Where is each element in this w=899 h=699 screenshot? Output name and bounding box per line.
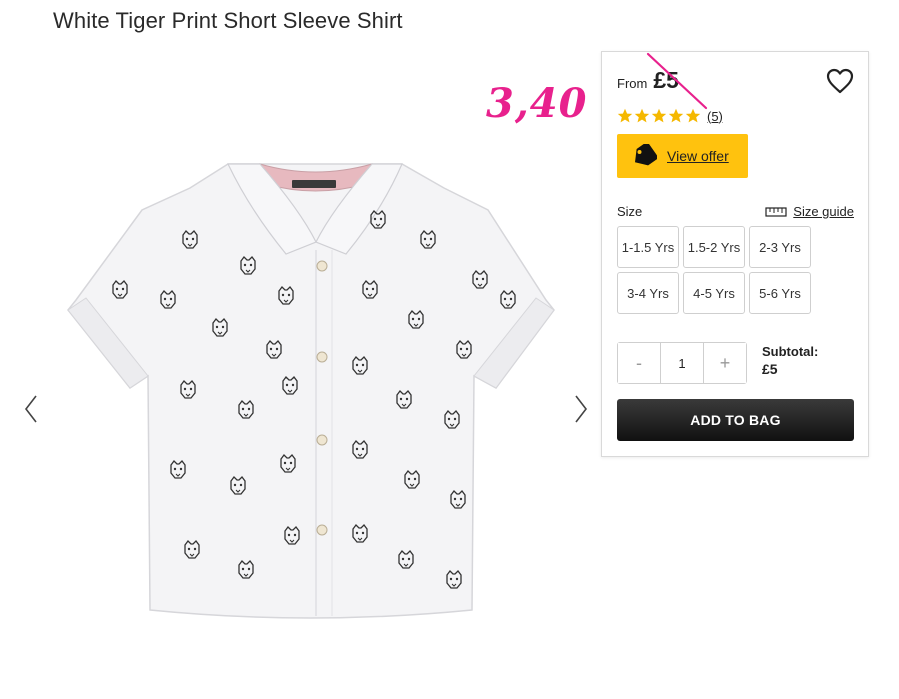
size-option[interactable]: 2-3 Yrs (749, 226, 811, 268)
size-option[interactable]: 1-1.5 Yrs (617, 226, 679, 268)
size-options: 1-1.5 Yrs 1.5-2 Yrs 2-3 Yrs 3-4 Yrs 4-5 … (617, 226, 857, 314)
size-option[interactable]: 3-4 Yrs (617, 272, 679, 314)
star-icon (685, 108, 701, 123)
quantity-increase-button[interactable]: + (704, 343, 746, 383)
price: £5 (653, 67, 679, 93)
size-option[interactable]: 5-6 Yrs (749, 272, 811, 314)
subtotal-label: Subtotal: (762, 344, 819, 359)
quantity-value[interactable]: 1 (660, 343, 704, 383)
size-option[interactable]: 4-5 Yrs (683, 272, 745, 314)
size-guide-label: Size guide (793, 204, 854, 219)
add-to-bag-button[interactable]: ADD TO BAG (617, 399, 854, 441)
star-icon (668, 108, 684, 123)
quantity-stepper: - 1 + (617, 342, 747, 384)
star-icon (634, 108, 650, 123)
heart-outline-icon[interactable] (826, 68, 854, 94)
star-rating (617, 108, 701, 124)
subtotal: Subtotal: £5 (762, 344, 818, 377)
product-image (67, 163, 555, 619)
from-label: From (617, 76, 648, 91)
quantity-decrease-button[interactable]: - (618, 343, 660, 383)
view-offer-label: View offer (667, 148, 729, 164)
review-count-link[interactable]: (5) (707, 109, 723, 124)
subtotal-value: £5 (762, 361, 778, 377)
view-offer-button[interactable]: View offer (617, 134, 748, 178)
rating: (5) (617, 108, 723, 124)
ruler-icon (765, 206, 787, 217)
price-tag-icon (634, 144, 657, 166)
product-title: White Tiger Print Short Sleeve Shirt (53, 8, 403, 33)
size-header: Size Size guide (617, 204, 854, 219)
size-guide-link[interactable]: Size guide (765, 204, 854, 219)
star-icon (617, 108, 633, 123)
handwritten-price-annotation: 3,40 (486, 80, 588, 127)
star-icon (651, 108, 667, 123)
size-label: Size (617, 204, 643, 219)
chevron-left-icon[interactable] (20, 392, 44, 426)
price-row: From £5 (617, 67, 679, 99)
purchase-panel: From £5 (5) View offer Size Size guide 1… (601, 51, 869, 457)
chevron-right-icon[interactable] (568, 392, 592, 426)
product-gallery (20, 140, 600, 650)
size-option[interactable]: 1.5-2 Yrs (683, 226, 745, 268)
